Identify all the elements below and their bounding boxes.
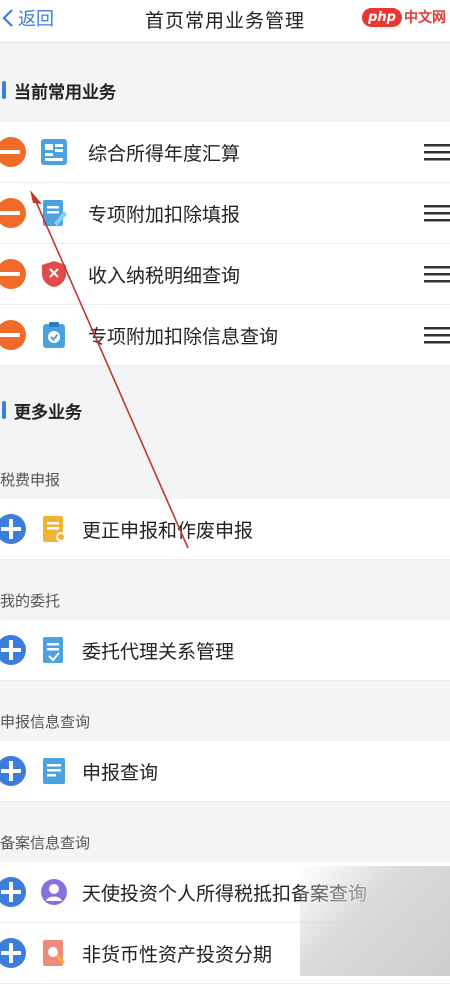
group-header: 申报信息查询 (0, 701, 450, 741)
group-title: 申报信息查询 (0, 713, 91, 731)
group-title: 税费申报 (0, 471, 61, 489)
add-icon[interactable] (0, 635, 30, 665)
current-item-label: 专项附加扣除填报 (88, 204, 241, 226)
current-item-row[interactable]: 综合所得年度汇算 (0, 122, 450, 183)
correction-doc-icon (43, 516, 66, 542)
blurred-overlay (300, 866, 450, 976)
current-section-title: 当前常用业务 (14, 82, 116, 103)
more-item-row[interactable]: 更正申报和作废申报 (0, 499, 450, 560)
add-icon[interactable] (0, 938, 30, 968)
watermark-text: 中文网 (404, 10, 446, 26)
drag-handle-icon[interactable] (424, 264, 450, 284)
edit-doc-icon (43, 200, 67, 226)
current-item-row[interactable]: 收入纳税明细查询 (0, 244, 450, 305)
group-title: 备案信息查询 (0, 834, 91, 852)
delegation-doc-icon (43, 637, 63, 663)
remove-icon[interactable] (0, 137, 30, 167)
add-icon[interactable] (0, 514, 30, 544)
more-item-label: 更正申报和作废申报 (82, 520, 254, 542)
more-item-row[interactable]: 委托代理关系管理 (0, 620, 450, 681)
top-bar: 返回 首页常用业务管理 php 中文网 (0, 0, 450, 43)
section-accent-bar (2, 401, 6, 419)
calculator-doc-icon (41, 139, 67, 165)
current-item-label: 综合所得年度汇算 (88, 143, 241, 165)
watermark-logo: php 中文网 (362, 4, 446, 30)
asset-search-icon (43, 940, 66, 966)
more-item-row[interactable]: 申报查询 (0, 741, 450, 802)
watermark-badge: php (362, 7, 402, 27)
drag-handle-icon[interactable] (424, 203, 450, 223)
group-header: 我的委托 (0, 580, 450, 620)
more-item-label: 非货币性资产投资分期 (82, 944, 273, 966)
drag-handle-icon[interactable] (424, 142, 450, 162)
current-item-label: 收入纳税明细查询 (88, 265, 241, 287)
current-item-row[interactable]: 专项附加扣除填报 (0, 183, 450, 244)
group-header: 备案信息查询 (0, 822, 450, 862)
current-section-header: 当前常用业务 (0, 62, 450, 118)
clipboard-check-icon (43, 322, 65, 348)
current-item-row[interactable]: 专项附加扣除信息查询 (0, 305, 450, 366)
group-header: 税费申报 (0, 459, 450, 499)
more-item-label: 申报查询 (82, 762, 159, 784)
more-item-label: 委托代理关系管理 (82, 641, 235, 663)
add-icon[interactable] (0, 877, 30, 907)
remove-icon[interactable] (0, 198, 30, 228)
remove-icon[interactable] (0, 320, 30, 350)
report-doc-icon (43, 758, 65, 784)
drag-handle-icon[interactable] (424, 325, 450, 345)
group-title: 我的委托 (0, 592, 61, 610)
tax-shield-icon (42, 261, 66, 287)
more-section-header: 更多业务 (0, 382, 450, 438)
remove-icon[interactable] (0, 259, 30, 289)
current-item-label: 专项附加扣除信息查询 (88, 326, 279, 348)
add-icon[interactable] (0, 756, 30, 786)
person-icon (41, 879, 67, 905)
more-section-title: 更多业务 (14, 402, 82, 423)
section-accent-bar (2, 81, 6, 99)
